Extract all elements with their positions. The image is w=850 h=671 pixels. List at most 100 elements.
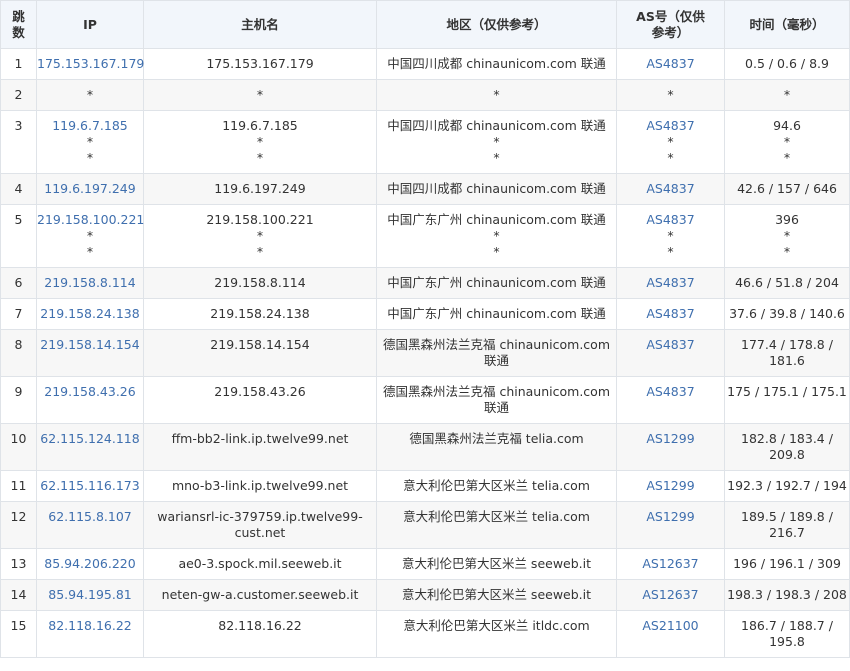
as-cell: AS4837 [616, 173, 725, 205]
ip-cell-text[interactable]: 62.115.124.118 [37, 431, 143, 447]
as-cell-text[interactable]: AS12637 [617, 587, 724, 603]
hostname-cell-text: 219.158.100.221 [206, 212, 314, 227]
hostname-cell: 219.158.24.138 [143, 298, 377, 330]
time-cell: 94.6 * * [724, 110, 850, 174]
ip-cell-text[interactable]: 219.158.43.26 [37, 384, 143, 400]
hostname-cell: 219.158.8.114 [143, 267, 377, 299]
hostname-cell-text: 119.6.197.249 [214, 181, 306, 196]
region-cell: 意大利伦巴第大区米兰 itldc.com [376, 610, 617, 658]
hop-cell-text: 10 [10, 431, 27, 446]
as-cell-text[interactable]: AS21100 [617, 618, 724, 634]
as-cell: AS4837 [616, 298, 725, 330]
ip-cell-text[interactable]: 219.158.14.154 [37, 337, 143, 353]
hostname-cell-text: 82.118.16.22 [218, 618, 302, 633]
table-row: 3 119.6.7.185 * * 119.6.7.185 * * 中国四川成都 chinau… [0, 110, 850, 174]
hop-cell-text: 13 [10, 556, 27, 571]
ip-cell: 175.153.167.179 [36, 48, 144, 80]
hop-cell-text: 3 [14, 118, 23, 133]
ip-cell-text[interactable]: 82.118.16.22 [37, 618, 143, 634]
table-row: 15 82.118.16.22 82.118.16.22 意大利伦巴第大区米兰 itl… [0, 610, 850, 658]
ip-cell: 62.115.8.107 [36, 501, 144, 549]
header-as-label: AS号（仅供参考） [636, 8, 705, 40]
as-cell: * [616, 79, 725, 111]
time-cell: 198.3 / 198.3 / 208 [724, 579, 850, 611]
as-cell-text[interactable]: AS1299 [617, 431, 724, 447]
as-cell-text[interactable]: AS1299 [617, 509, 724, 525]
time-cell-text: * [783, 150, 791, 165]
as-cell-text[interactable]: AS4837 [617, 275, 724, 291]
region-cell-text: 联通 [483, 400, 509, 415]
as-cell-text[interactable]: AS12637 [617, 556, 724, 572]
as-cell-text[interactable]: AS1299 [617, 478, 724, 494]
table-row: 4 119.6.197.249 119.6.197.249 中国四川成都 chinau… [0, 173, 850, 205]
as-cell-text[interactable]: AS4837 [617, 384, 724, 400]
hostname-cell-text: * [256, 244, 264, 259]
as-cell-text[interactable]: AS4837 [617, 212, 724, 228]
hop-cell: 1 [0, 48, 37, 80]
ip-cell-text[interactable]: 219.158.8.114 [37, 275, 143, 291]
as-cell-text: * [667, 150, 674, 165]
hop-cell-text: 1 [14, 56, 23, 71]
as-cell: AS1299 [616, 423, 725, 471]
region-cell-text: 德国黑森州法兰克福 chinaunicom.com [382, 384, 610, 399]
region-cell-text: * [493, 87, 500, 102]
hostname-cell: ffm-bb2-link.ip.twelve99.net [143, 423, 377, 471]
region-cell-text: 意大利伦巴第大区米兰 seeweb.it [401, 556, 592, 571]
hostname-cell: 175.153.167.179 [143, 48, 377, 80]
as-cell: AS4837 [616, 48, 725, 80]
as-cell: AS4837 * * [616, 110, 725, 174]
table-row: 7 219.158.24.138 219.158.24.138 中国广东广州 chin… [0, 298, 850, 330]
as-cell-text: * [667, 244, 674, 259]
time-cell-text: 195.8 [769, 634, 805, 649]
time-cell-text: 181.6 [769, 353, 805, 368]
as-cell-text[interactable]: AS4837 [617, 56, 724, 72]
hop-cell: 11 [0, 470, 37, 502]
as-cell-text[interactable]: AS4837 [617, 337, 724, 353]
region-cell: 中国四川成都 chinaunicom.com 联通 * * [376, 110, 617, 174]
as-cell: AS12637 [616, 579, 725, 611]
ip-cell-text[interactable]: 119.6.197.249 [37, 181, 143, 197]
ip-cell-text[interactable]: 175.153.167.179 [37, 56, 144, 72]
hop-cell: 6 [0, 267, 37, 299]
time-cell-text: 192.3 / 192.7 / 194 [727, 478, 847, 493]
header-hop-label: 跳 数 [12, 8, 25, 40]
ip-cell-text: * [86, 87, 94, 102]
hostname-cell-text: 219.158.14.154 [210, 337, 310, 352]
ip-cell-text[interactable]: 85.94.206.220 [37, 556, 143, 572]
region-cell: 意大利伦巴第大区米兰 telia.com [376, 501, 617, 549]
hostname-cell: * [143, 79, 377, 111]
header-time-label: 时间（毫秒） [749, 16, 825, 32]
region-cell-text: 德国黑森州法兰克福 telia.com [409, 431, 584, 446]
region-cell-text: * [493, 134, 500, 149]
as-cell-text[interactable]: AS4837 [617, 181, 724, 197]
as-cell-text[interactable]: AS4837 [617, 118, 724, 134]
as-cell-text[interactable]: AS4837 [617, 306, 724, 322]
time-cell: 182.8 / 183.4 /209.8 [724, 423, 850, 471]
header-time: 时间（毫秒） [724, 0, 850, 49]
ip-cell: 62.115.124.118 [36, 423, 144, 471]
region-cell: 中国广东广州 chinaunicom.com 联通 [376, 298, 617, 330]
ip-cell-text[interactable]: 85.94.195.81 [37, 587, 143, 603]
time-cell-text: 46.6 / 51.8 / 204 [735, 275, 839, 290]
as-cell: AS4837 [616, 267, 725, 299]
hostname-cell: ae0-3.spock.mil.seeweb.it [143, 548, 377, 580]
ip-cell-text[interactable]: 219.158.24.138 [37, 306, 143, 322]
ip-cell-text[interactable]: 62.115.116.173 [37, 478, 143, 494]
time-cell-text: 175 / 175.1 / 175.1 [727, 384, 847, 399]
time-cell: 46.6 / 51.8 / 204 [724, 267, 850, 299]
ip-cell-text[interactable]: 62.115.8.107 [37, 509, 143, 525]
table-row: 1 175.153.167.179 175.153.167.179 中国四川成都 ch… [0, 48, 850, 80]
time-cell-text: * [783, 87, 791, 102]
table-row: 8 219.158.14.154 219.158.14.154 德国黑森州法兰克福 c… [0, 329, 850, 377]
region-cell: 德国黑森州法兰克福 chinaunicom.com 联通 [376, 376, 617, 424]
ip-cell-text[interactable]: 219.158.100.221 [37, 212, 144, 228]
ip-cell-text[interactable]: 119.6.7.185 [37, 118, 143, 134]
as-cell: AS21100 [616, 610, 725, 658]
hostname-cell-text: 219.158.8.114 [214, 275, 306, 290]
hop-cell-text: 4 [14, 181, 23, 196]
time-cell-text: * [783, 134, 791, 149]
hostname-cell-text: * [256, 150, 264, 165]
as-cell-text: * [667, 134, 674, 149]
hop-cell-text: 5 [14, 212, 23, 227]
region-cell-text: 中国四川成都 chinaunicom.com 联通 [387, 118, 606, 133]
